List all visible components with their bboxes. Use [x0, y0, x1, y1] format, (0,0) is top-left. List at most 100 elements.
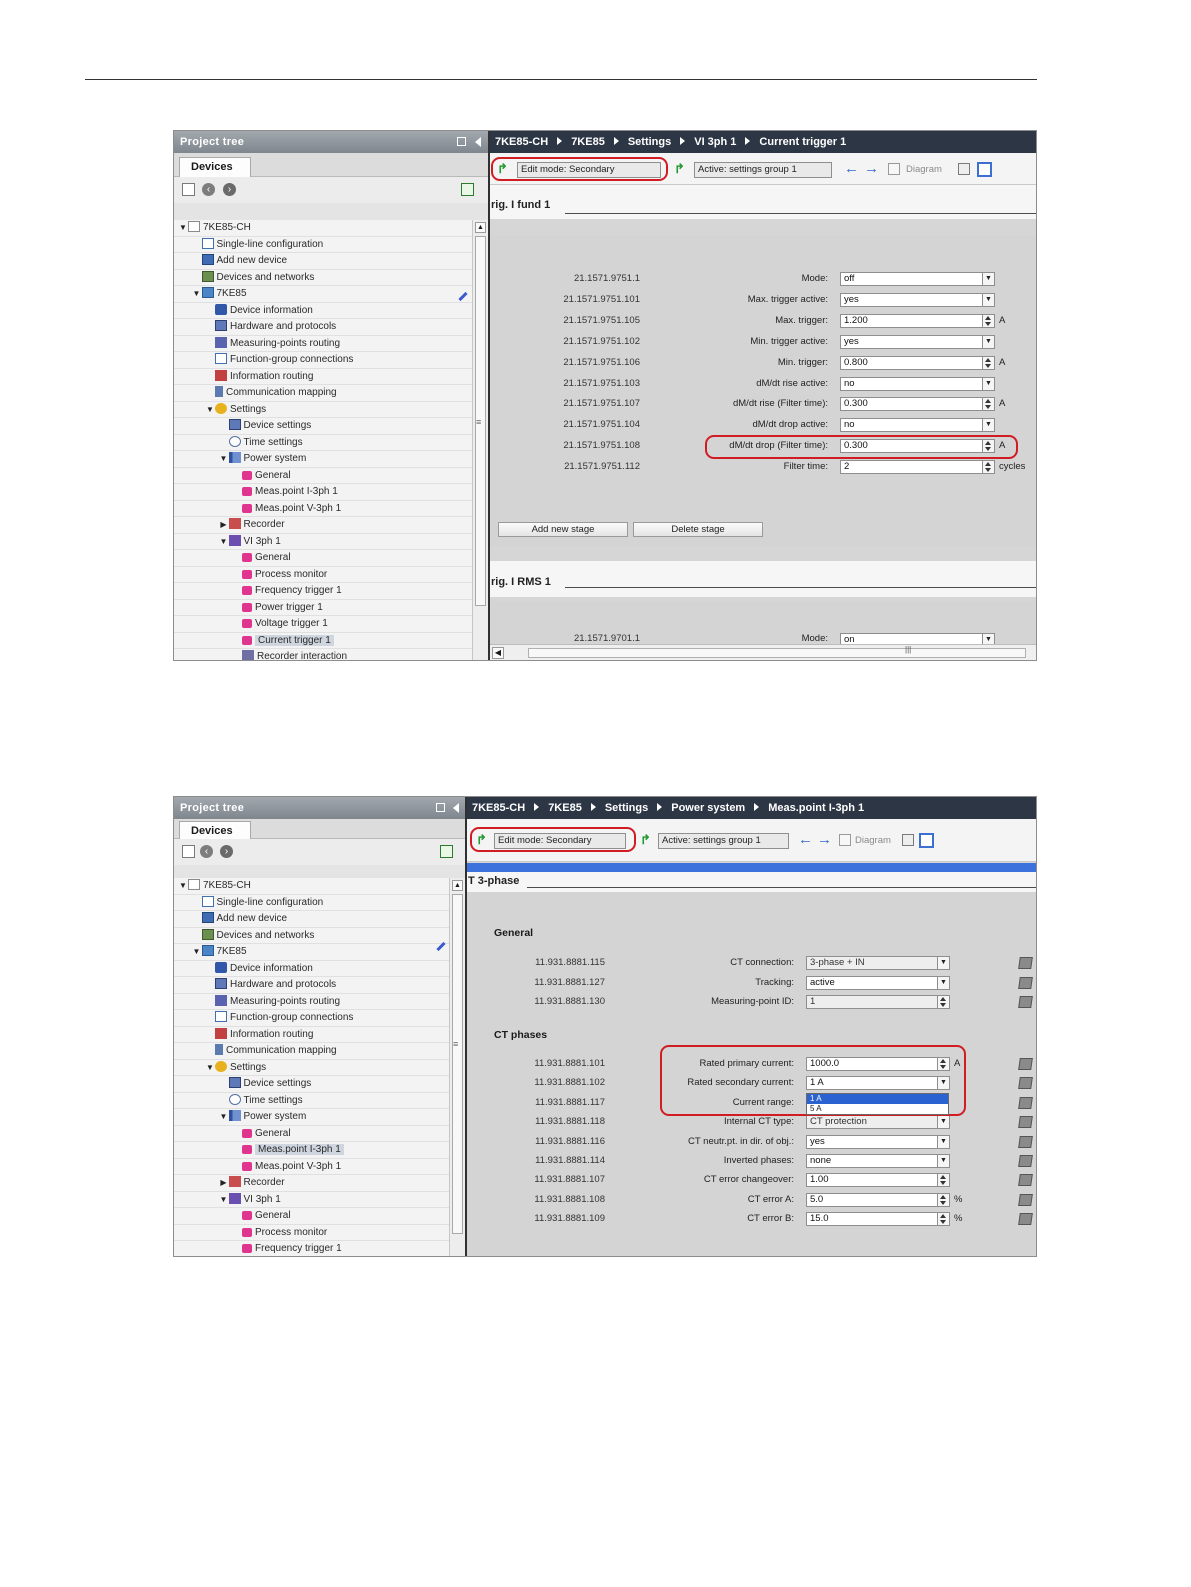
diagram-label[interactable]: Diagram — [855, 835, 891, 846]
tree-item[interactable]: Hardware and protocols — [174, 319, 472, 336]
expanded-arrow-icon[interactable]: ▼ — [205, 402, 215, 419]
tree-item[interactable]: General — [174, 550, 472, 567]
param-value-field[interactable]: yes — [806, 1134, 938, 1149]
diagram-icon[interactable] — [839, 834, 851, 846]
tree-item[interactable]: Add new device — [174, 911, 449, 928]
scroll-thumb[interactable] — [528, 648, 1026, 658]
tree-item[interactable]: ▼ Settings — [174, 1060, 449, 1076]
tree-item[interactable]: ▼ 7KE85-CH — [174, 220, 472, 237]
tree-item[interactable]: Communication mapping — [174, 1043, 449, 1060]
add-new-stage-button[interactable]: Add new stage — [498, 522, 628, 537]
expanded-arrow-icon[interactable]: ▼ — [192, 944, 202, 961]
tree-vertical-scrollbar[interactable]: ▲ ≡ — [472, 220, 488, 660]
rated-secondary-dropdown-list[interactable]: 1 A 5 A — [806, 1093, 949, 1115]
tree-item[interactable]: Meas.point V-3ph 1 — [174, 1159, 449, 1175]
scroll-thumb[interactable] — [452, 894, 463, 1234]
breadcrumb-item[interactable]: 7KE85-CH — [495, 136, 548, 148]
horizontal-scrollbar[interactable]: ◀ ||| — [490, 644, 1036, 660]
tree-item[interactable]: Single-line configuration — [174, 895, 449, 911]
dropdown-arrow-icon[interactable]: ▼ — [937, 956, 950, 970]
param-value-field[interactable]: 1 — [806, 995, 938, 1009]
param-value-field[interactable]: none — [806, 1154, 938, 1168]
dropdown-arrow-icon[interactable]: ▼ — [937, 1134, 950, 1149]
tree-item[interactable]: Frequency trigger 1 — [174, 1241, 449, 1256]
devices-tab[interactable]: Devices — [179, 821, 251, 840]
param-value-field[interactable]: yes — [840, 292, 983, 307]
edit-parameter-icon[interactable] — [1018, 1058, 1033, 1070]
param-value-field[interactable]: 1.200 — [840, 313, 983, 328]
edit-parameter-icon[interactable] — [1018, 996, 1033, 1008]
param-value-field[interactable]: 2 — [840, 460, 983, 475]
dropdown-option[interactable]: 5 A — [807, 1104, 948, 1114]
breadcrumb-item[interactable]: Settings — [628, 136, 671, 148]
tree-item[interactable]: ▼ 7KE85 — [174, 944, 449, 961]
diagram-label[interactable]: Diagram — [906, 164, 942, 175]
tree-item[interactable]: Recorder interaction — [174, 649, 472, 660]
tree-item[interactable]: ▼ VI 3ph 1 — [174, 1192, 449, 1208]
active-group-arrow-icon[interactable]: ↱ — [674, 162, 688, 175]
tree-item[interactable]: General — [174, 1208, 449, 1225]
spinner-icon[interactable] — [982, 397, 995, 412]
param-value-field[interactable]: 0.800 — [840, 355, 983, 370]
back-icon[interactable]: ‹ — [202, 183, 215, 196]
tree-item[interactable]: Process monitor — [174, 567, 472, 583]
breadcrumb-item[interactable]: Power system — [671, 802, 745, 814]
breadcrumb-item[interactable]: 7KE85 — [548, 802, 582, 814]
tree-item[interactable]: Add new device — [174, 253, 472, 270]
devices-tab[interactable]: Devices — [179, 157, 251, 178]
param-value-field[interactable]: 15.0 — [806, 1212, 938, 1227]
spinner-icon[interactable] — [937, 1173, 950, 1188]
expanded-arrow-icon[interactable]: ▼ — [219, 534, 229, 551]
tree-item[interactable]: Meas.point I-3ph 1 — [174, 484, 472, 501]
dropdown-option[interactable]: 1 A — [807, 1094, 948, 1104]
tree-vertical-scrollbar[interactable]: ▲ ≡ — [449, 878, 465, 1256]
tree-item[interactable]: Meas.point I-3ph 1 — [174, 1142, 449, 1159]
edit-parameter-icon[interactable] — [1018, 957, 1033, 969]
collapsed-arrow-icon[interactable]: ▶ — [219, 1175, 229, 1192]
diagram-icon[interactable] — [888, 163, 900, 175]
forward-icon[interactable]: › — [220, 845, 233, 858]
param-value-field[interactable]: no — [840, 418, 983, 433]
dropdown-arrow-icon[interactable]: ▼ — [982, 272, 995, 286]
tree-item[interactable]: General — [174, 468, 472, 484]
tree-item[interactable]: Devices and networks — [174, 270, 472, 286]
param-value-field[interactable]: no — [840, 376, 983, 391]
spinner-icon[interactable] — [982, 460, 995, 475]
forward-icon[interactable]: › — [223, 183, 236, 196]
tree-item[interactable]: Device settings — [174, 1076, 449, 1093]
tree-item[interactable]: ▼ Power system — [174, 451, 472, 468]
list-view-icon[interactable] — [919, 833, 934, 848]
breadcrumb-item[interactable]: Settings — [605, 802, 648, 814]
tree-item[interactable]: Voltage trigger 1 — [174, 616, 472, 633]
spinner-icon[interactable] — [982, 313, 995, 328]
dropdown-arrow-icon[interactable]: ▼ — [982, 292, 995, 307]
param-value-field[interactable]: CT protection — [806, 1115, 938, 1130]
tools-icon[interactable] — [902, 834, 914, 846]
spinner-icon[interactable] — [937, 1212, 950, 1227]
tree-item[interactable]: ▼ 7KE85-CH — [174, 878, 449, 895]
arrow-right-icon[interactable]: → — [864, 161, 879, 176]
expanded-arrow-icon[interactable]: ▼ — [178, 220, 188, 237]
expanded-arrow-icon[interactable]: ▼ — [219, 451, 229, 468]
dropdown-arrow-icon[interactable]: ▼ — [937, 1115, 950, 1130]
dropdown-arrow-icon[interactable]: ▼ — [937, 975, 950, 990]
tree-item[interactable]: Function-group connections — [174, 352, 472, 369]
edit-parameter-icon[interactable] — [1018, 1155, 1033, 1167]
tree-item[interactable]: ▼ Power system — [174, 1109, 449, 1126]
edit-parameter-icon[interactable] — [1018, 1213, 1033, 1226]
edit-parameter-icon[interactable] — [1018, 1174, 1033, 1187]
tree-item[interactable]: Frequency trigger 1 — [174, 583, 472, 600]
tree-item[interactable]: Meas.point V-3ph 1 — [174, 501, 472, 517]
breadcrumb-item[interactable]: Current trigger 1 — [759, 136, 846, 148]
dropdown-arrow-icon[interactable]: ▼ — [937, 1154, 950, 1168]
tree-item[interactable]: Power trigger 1 — [174, 600, 472, 616]
new-document-icon[interactable] — [182, 845, 195, 858]
tree-item[interactable]: Measuring-points routing — [174, 994, 449, 1010]
arrow-right-icon[interactable]: → — [817, 832, 832, 847]
tree-item[interactable]: Communication mapping — [174, 385, 472, 402]
breadcrumb-item[interactable]: 7KE85-CH — [472, 802, 525, 814]
param-value-field[interactable]: off — [840, 272, 983, 286]
dropdown-arrow-icon[interactable]: ▼ — [982, 418, 995, 433]
minimize-icon[interactable] — [436, 803, 445, 812]
spinner-icon[interactable] — [937, 1192, 950, 1207]
